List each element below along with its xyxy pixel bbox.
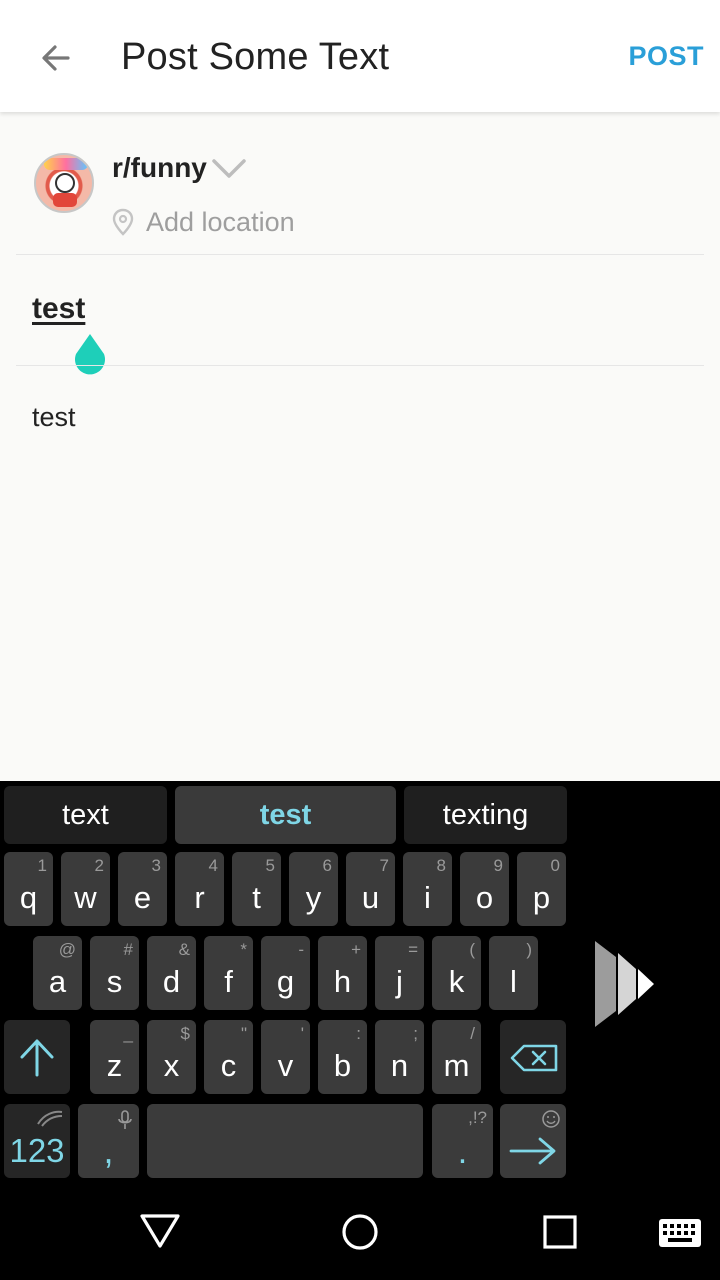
chevron-down-icon[interactable] — [212, 158, 246, 180]
key-z[interactable]: _ z — [90, 1020, 139, 1094]
key-e[interactable]: 3e — [118, 852, 167, 926]
body-input[interactable]: test — [32, 402, 76, 433]
key-j[interactable]: = j — [375, 936, 424, 1010]
key-n[interactable]: ; n — [375, 1020, 424, 1094]
location-pin-icon — [112, 208, 134, 236]
add-location-label: Add location — [146, 206, 295, 237]
key-u[interactable]: 7u — [346, 852, 395, 926]
divider — [16, 254, 704, 255]
arrow-left-icon — [42, 45, 70, 71]
numbers-key[interactable]: 123 — [4, 1104, 70, 1178]
shift-key[interactable] — [4, 1020, 70, 1094]
flow-icon[interactable] — [592, 939, 658, 1029]
title-input[interactable]: test — [32, 292, 85, 326]
key-x[interactable]: $ x — [147, 1020, 196, 1094]
smiley-icon — [542, 1110, 560, 1128]
key-m[interactable]: / m — [432, 1020, 481, 1094]
system-nav-bar — [0, 1180, 720, 1280]
back-button[interactable] — [28, 30, 84, 86]
key-c[interactable]: " c — [204, 1020, 253, 1094]
key-t[interactable]: 5t — [232, 852, 281, 926]
subreddit-name[interactable]: r/funny — [112, 152, 207, 184]
swiftkey-icon — [37, 1110, 63, 1127]
suggestion-1[interactable]: text — [4, 786, 167, 844]
app-bar: Post Some Text POST — [0, 0, 720, 112]
add-location-row[interactable]: Add location — [112, 206, 295, 238]
key-w[interactable]: 2w — [61, 852, 110, 926]
key-f[interactable]: * f — [204, 936, 253, 1010]
comma-key[interactable]: , — [78, 1104, 139, 1178]
key-g[interactable]: -g — [261, 936, 310, 1010]
backspace-key[interactable] — [500, 1020, 566, 1094]
page-title: Post Some Text — [121, 36, 390, 78]
key-a[interactable]: @ a — [33, 936, 82, 1010]
key-p[interactable]: 0p — [517, 852, 566, 926]
key-v[interactable]: ' v — [261, 1020, 310, 1094]
key-q[interactable]: 1q — [4, 852, 53, 926]
post-button[interactable]: POST — [628, 41, 704, 72]
key-o[interactable]: 9o — [460, 852, 509, 926]
key-r[interactable]: 4r — [175, 852, 224, 926]
text-cursor-handle[interactable] — [70, 332, 110, 380]
suggestion-3[interactable]: texting — [404, 786, 567, 844]
recents-square-icon[interactable] — [542, 1214, 578, 1250]
home-circle-icon[interactable] — [340, 1212, 380, 1252]
shift-arrow-icon — [20, 1039, 54, 1077]
enter-key[interactable] — [500, 1104, 566, 1178]
key-k[interactable]: (k — [432, 936, 481, 1010]
suggestion-2[interactable]: test — [175, 786, 396, 844]
key-y[interactable]: 6y — [289, 852, 338, 926]
divider — [16, 365, 704, 366]
space-key[interactable] — [147, 1104, 423, 1178]
subreddit-avatar[interactable] — [34, 153, 94, 213]
soft-keyboard: text test texting 1q 2w 3e 4r 5t 6y 7u 8… — [0, 781, 720, 1180]
post-form: r/funny Add location test test — [0, 112, 720, 781]
microphone-icon — [118, 1110, 132, 1129]
keyboard-icon[interactable] — [658, 1218, 702, 1248]
arrow-right-icon — [509, 1137, 556, 1165]
key-s[interactable]: # s — [90, 936, 139, 1010]
key-b[interactable]: :b — [318, 1020, 367, 1094]
backspace-icon — [510, 1044, 558, 1072]
key-h[interactable]: + h — [318, 936, 367, 1010]
key-l[interactable]: ) l — [489, 936, 538, 1010]
back-triangle-icon[interactable] — [138, 1210, 182, 1250]
key-d[interactable]: & d — [147, 936, 196, 1010]
period-key[interactable]: ,!? . — [432, 1104, 493, 1178]
key-i[interactable]: 8i — [403, 852, 452, 926]
